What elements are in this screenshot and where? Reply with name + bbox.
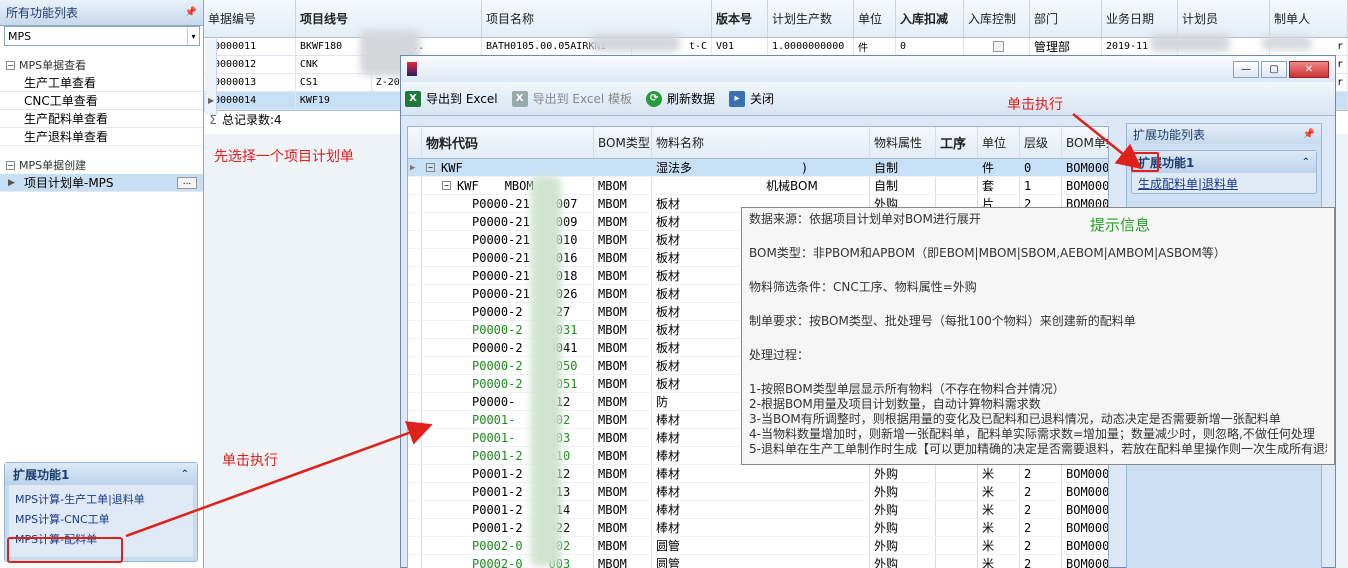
annotation-arrows <box>125 113 1142 538</box>
arrow-to-ext-link <box>1072 113 1142 170</box>
arrow-to-tree <box>125 421 433 538</box>
